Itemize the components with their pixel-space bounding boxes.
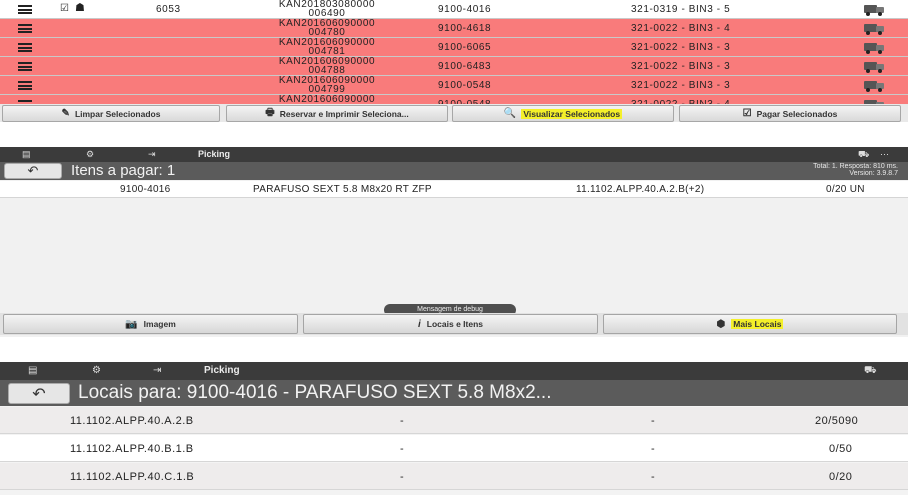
status-info: Total: 1. Resposta: 810 ms. Version: 3.9.… (813, 163, 898, 177)
back-button[interactable]: ↶ (8, 383, 70, 404)
app-toolbar: ▤ ⚙ ⇥ Picking ⛟ ⋯ (0, 147, 908, 162)
brush-icon: ✎ (61, 108, 70, 119)
item-code: 9100-0548 (438, 80, 492, 91)
more-icon[interactable]: ⋯ (880, 149, 889, 160)
column-value: - (400, 415, 405, 427)
truck-icon[interactable] (864, 22, 886, 35)
toolbar-title: Picking (198, 149, 231, 159)
table-row[interactable]: 11.1102.ALPP.40.A.2.B - - 20/5090 (0, 407, 908, 434)
kanban-id: KAN201803080000 006490 (278, 0, 376, 19)
item-code: 9100-4016 (120, 184, 171, 195)
page-header: ↶ Itens a pagar: 1 Total: 1. Resposta: 8… (0, 162, 908, 180)
location: 321-0022 - BIN3 - 4 (631, 23, 731, 34)
kanban-id: KAN201606090000 004781 (278, 37, 376, 57)
location-quantity: 0/20 (829, 471, 853, 483)
item-code: 9100-6065 (438, 42, 492, 53)
reserve-print-button[interactable]: 🖶 Reservar e Imprimir Seleciona... (226, 105, 448, 122)
menu-icon[interactable] (18, 5, 32, 14)
truck-icon[interactable] (864, 60, 886, 73)
truck-icon[interactable]: ⛟ (858, 149, 869, 161)
column-value: - (651, 415, 656, 427)
truck-icon[interactable] (864, 79, 886, 92)
truck-icon[interactable]: ⛟ (864, 365, 877, 378)
item-description: PARAFUSO SEXT 5.8 M8x20 RT ZFP (253, 184, 432, 195)
menu-icon[interactable] (18, 24, 32, 33)
back-button[interactable]: ↶ (4, 163, 62, 179)
logout-icon[interactable]: ⇥ (153, 365, 161, 376)
page-title: Itens a pagar: 1 (71, 162, 176, 179)
list-item[interactable]: 9100-4016 PARAFUSO SEXT 5.8 M8x20 RT ZFP… (0, 181, 908, 198)
bottom-action-bar: 📷 Imagem i Locais e Itens ⬢ Mais Locais (0, 313, 908, 335)
locations-panel: ▤ ⚙ ⇥ Picking ⛟ ↶ Locais para: 9100-4016… (0, 362, 908, 495)
clear-selected-button[interactable]: ✎ Limpar Selecionados (2, 105, 220, 122)
info-icon: i (418, 318, 421, 330)
location: 321-0022 - BIN3 - 3 (631, 61, 731, 72)
checkbox-icon[interactable]: ☑ (60, 3, 70, 14)
location-quantity: 0/50 (829, 443, 853, 455)
gear-icon[interactable]: ⚙ (86, 149, 94, 160)
table-row[interactable]: 11.1102.ALPP.40.B.1.B - - 0/50 (0, 435, 908, 462)
gear-icon[interactable]: ⚙ (92, 365, 101, 376)
locations-items-button[interactable]: i Locais e Itens (303, 314, 598, 334)
logout-icon[interactable]: ⇥ (148, 149, 156, 160)
location-code: 11.1102.ALPP.40.B.1.B (70, 443, 194, 455)
column-value: - (400, 471, 405, 483)
truck-icon[interactable] (864, 41, 886, 54)
kanban-id: KAN201606090000 004780 (278, 18, 376, 38)
kanban-id: KAN201606090000 004799 (278, 75, 376, 95)
table-row[interactable]: KAN201606090000 004781 9100-6065 321-0022… (0, 38, 908, 57)
location: 321-0022 - BIN3 - 3 (631, 80, 731, 91)
column-value: - (651, 443, 656, 455)
table-row[interactable]: 11.1102.ALPP.40.C.1.B - - 0/20 (0, 463, 908, 490)
item-code: 9100-4016 (438, 4, 492, 15)
selection-action-bar: ✎ Limpar Selecionados 🖶 Reservar e Impri… (0, 104, 908, 122)
image-button[interactable]: 📷 Imagem (3, 314, 298, 334)
table-row[interactable]: KAN201606090000 004788 9100-6483 321-0022… (0, 57, 908, 76)
column-value: - (651, 471, 656, 483)
row-number: 6053 (156, 4, 181, 15)
location-code: 11.1102.ALPP.40.C.1.B (70, 471, 195, 483)
app-toolbar: ▤ ⚙ ⇥ Picking ⛟ (0, 362, 908, 380)
location-code: 11.1102.ALPP.40.A.2.B (70, 415, 194, 427)
truck-icon[interactable] (864, 3, 886, 16)
column-value: - (400, 443, 405, 455)
location: 321-0319 - BIN3 - 5 (631, 4, 731, 15)
item-quantity: 0/20 UN (826, 184, 865, 195)
table-row[interactable]: KAN201606090000 004799 9100-0548 321-0022… (0, 76, 908, 95)
page-title: Locais para: 9100-4016 - PARAFUSO SEXT 5… (78, 382, 552, 403)
item-code: 9100-6483 (438, 61, 492, 72)
table-row[interactable]: KAN201606090000 004780 9100-4618 321-0022… (0, 19, 908, 38)
menu-icon[interactable] (18, 62, 32, 71)
printer-icon: 🖶 (265, 107, 275, 118)
menu-icon[interactable] (18, 81, 32, 90)
menu-icon[interactable] (18, 43, 32, 52)
toolbar-title: Picking (204, 365, 240, 376)
user-icon: ☗ (75, 2, 86, 14)
checkbox-icon: ☑ (742, 108, 752, 119)
map-pin-icon: ⬢ (716, 318, 726, 330)
page-header: ↶ Locais para: 9100-4016 - PARAFUSO SEXT… (0, 380, 908, 406)
back-arrow-icon: ↶ (27, 163, 39, 178)
view-selected-button[interactable]: 🔍 Visualizar Selecionados (452, 105, 674, 122)
camera-icon: 📷 (125, 318, 138, 330)
kanban-id: KAN201606090000 (278, 94, 376, 105)
magnifier-icon: 🔍 (503, 108, 517, 119)
kanban-id: KAN201606090000 004788 (278, 56, 376, 76)
back-arrow-icon: ↶ (32, 385, 46, 403)
item-code: 9100-4618 (438, 23, 492, 34)
kanban-list-panel: ☑ ☗ 6053 KAN201803080000 006490 9100-4016… (0, 0, 908, 122)
pay-selected-button[interactable]: ☑ Pagar Selecionados (679, 105, 901, 122)
menu-icon[interactable]: ▤ (28, 365, 37, 376)
location: 321-0022 - BIN3 - 3 (631, 42, 731, 53)
table-row[interactable]: ☑ ☗ 6053 KAN201803080000 006490 9100-4016… (0, 0, 908, 19)
menu-icon[interactable]: ▤ (22, 149, 31, 160)
more-locations-button[interactable]: ⬢ Mais Locais (603, 314, 897, 334)
item-location: 11.1102.ALPP.40.A.2.B(+2) (576, 184, 705, 195)
location-quantity: 20/5090 (815, 415, 859, 427)
picking-items-panel: ▤ ⚙ ⇥ Picking ⛟ ⋯ ↶ Itens a pagar: 1 Tot… (0, 147, 908, 337)
